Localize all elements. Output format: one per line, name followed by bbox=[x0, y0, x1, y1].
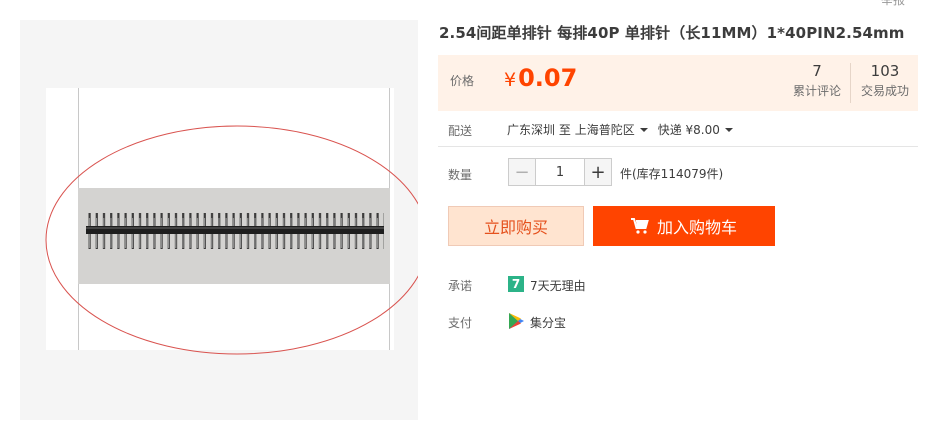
shipping-method[interactable]: 快递 ¥8.00 bbox=[658, 123, 743, 137]
delivery-from: 广东深圳 bbox=[507, 123, 556, 137]
buy-now-button[interactable]: 立即购买 bbox=[448, 206, 584, 246]
delivery-to-word: 至 bbox=[558, 123, 571, 137]
shipping-text: 快递 ¥8.00 bbox=[657, 123, 720, 137]
product-title: 2.54间距单排针 每排40P 单排针（长11MM）1*40PIN2.54mm bbox=[439, 24, 905, 42]
report-link[interactable]: 举报 bbox=[881, 0, 905, 8]
price-panel: 价格 ¥0.07 7 累计评论 103 交易成功 bbox=[438, 55, 918, 111]
red-annotation-ellipse bbox=[45, 125, 418, 355]
decrease-quantity-button[interactable]: − bbox=[508, 158, 536, 186]
delivery-info: 广东深圳 至 上海普陀区 快递 ¥8.00 bbox=[507, 121, 743, 138]
add-to-cart-button[interactable]: 加入购物车 bbox=[593, 206, 775, 246]
play-triangle-icon bbox=[509, 313, 524, 329]
promise-label: 承诺 bbox=[448, 279, 473, 293]
sales-label: 交易成功 bbox=[860, 84, 909, 98]
seven-day-return-icon: 7 bbox=[508, 276, 524, 292]
stock-info: 件(库存114079件) bbox=[620, 167, 724, 181]
delivery-label: 配送 bbox=[448, 124, 473, 138]
increase-quantity-button[interactable]: + bbox=[584, 158, 612, 186]
payment-label: 支付 bbox=[448, 316, 473, 330]
delivery-destination[interactable]: 上海普陀区 bbox=[575, 123, 658, 137]
promise-text[interactable]: 7天无理由 bbox=[530, 277, 586, 294]
destination-text: 上海普陀区 bbox=[574, 123, 635, 137]
sales-stat: 103 交易成功 bbox=[856, 63, 914, 99]
sales-count: 103 bbox=[870, 62, 900, 80]
shopping-cart-icon bbox=[630, 218, 649, 234]
currency-symbol: ¥ bbox=[504, 69, 517, 91]
reviews-count: 7 bbox=[812, 62, 822, 80]
reviews-stat[interactable]: 7 累计评论 bbox=[788, 63, 846, 99]
payment-text: 集分宝 bbox=[530, 316, 567, 330]
quantity-stepper: − 1 + bbox=[508, 158, 612, 186]
section-divider bbox=[438, 146, 918, 147]
chevron-down-icon bbox=[724, 127, 733, 132]
price-value: ¥0.07 bbox=[504, 64, 577, 92]
chevron-down-icon bbox=[639, 127, 648, 132]
price-number: 0.07 bbox=[518, 64, 578, 92]
add-to-cart-label: 加入购物车 bbox=[656, 218, 737, 237]
stats-divider bbox=[850, 63, 851, 103]
quantity-input[interactable]: 1 bbox=[536, 158, 584, 186]
quantity-label: 数量 bbox=[448, 168, 473, 182]
price-label: 价格 bbox=[450, 74, 475, 88]
product-gallery bbox=[20, 20, 418, 420]
reviews-label: 累计评论 bbox=[792, 84, 841, 98]
